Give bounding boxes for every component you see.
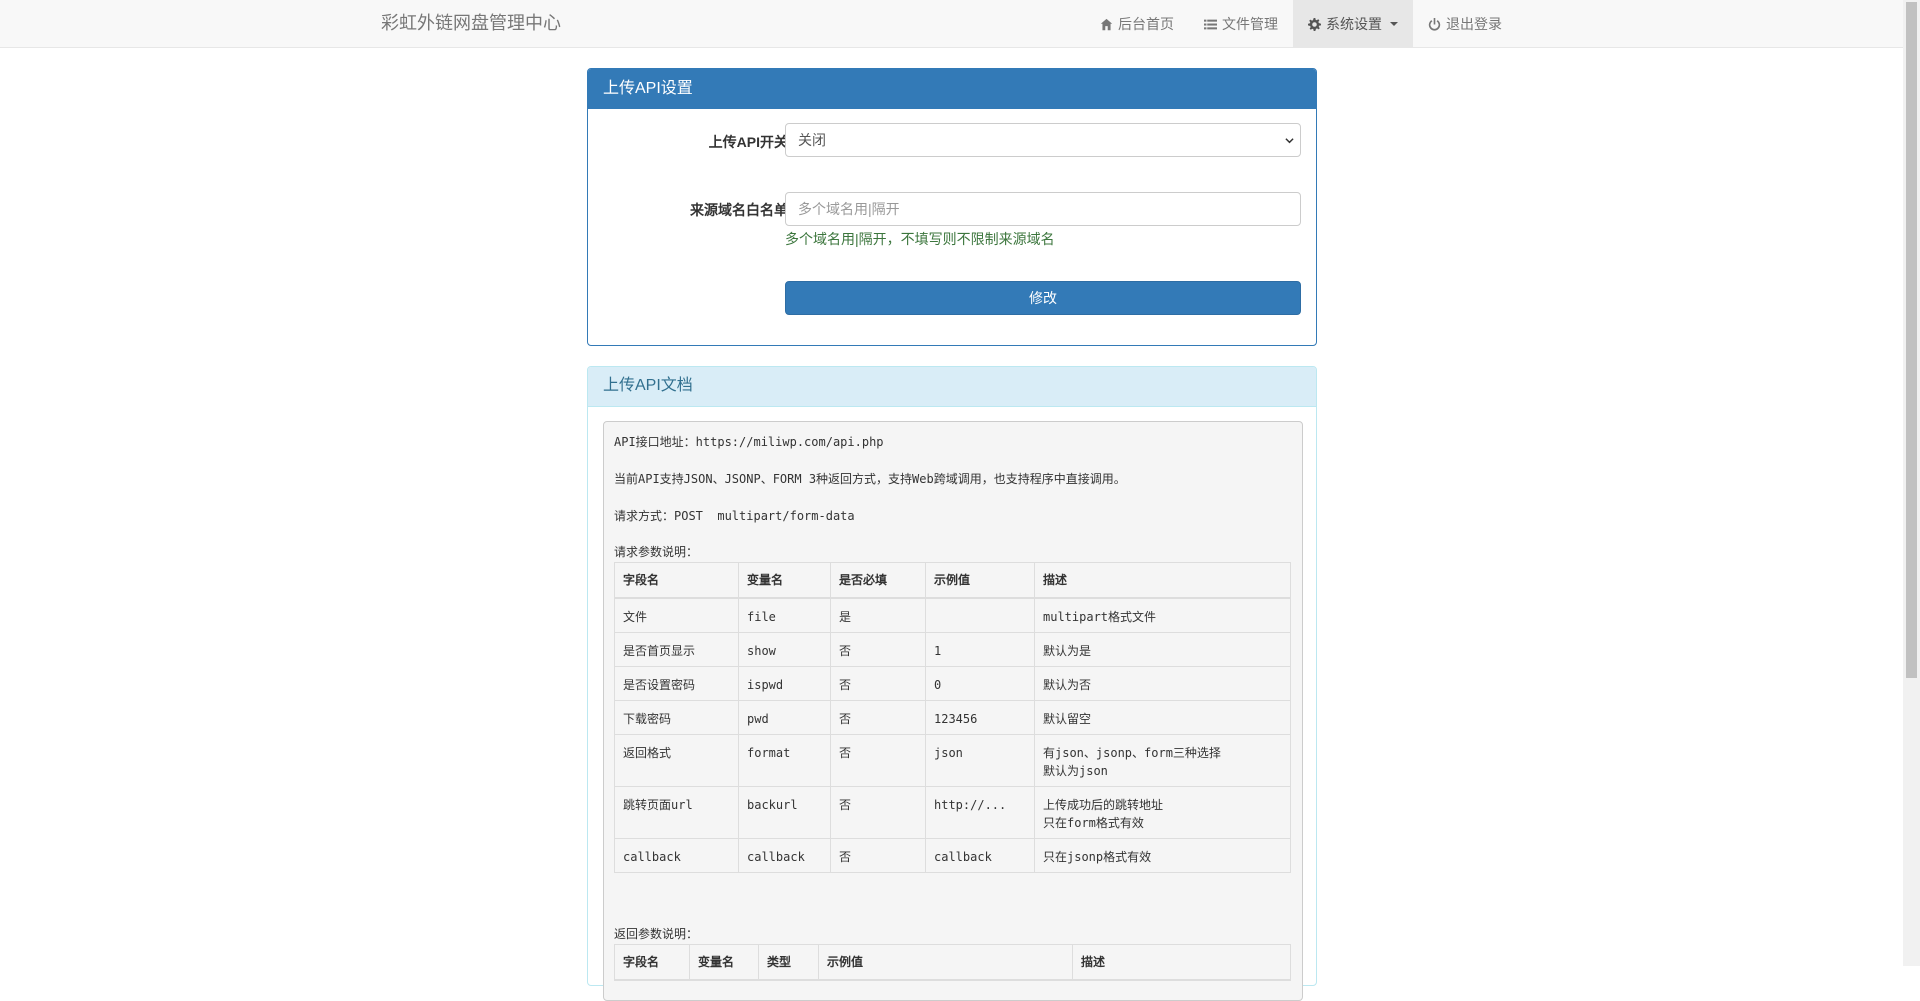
whitelist-placeholder: 多个域名用|隔开	[798, 201, 900, 217]
api-switch-value: 关闭	[798, 132, 826, 148]
api-switch-label: 上传API开关	[708, 134, 788, 150]
response-params-title: 返回参数说明：	[614, 927, 699, 941]
table-row: 文件 file 是 multipart格式文件	[614, 597, 1291, 633]
submit-button[interactable]: 修改	[785, 281, 1301, 315]
api-switch-select[interactable]: 关闭	[785, 123, 1301, 157]
table-cell: 只在jsonp格式有效	[1034, 838, 1291, 873]
table-cell: 返回格式	[614, 734, 739, 787]
table-cell: 上传成功后的跳转地址 只在form格式有效	[1034, 786, 1291, 839]
table-cell: ispwd	[738, 666, 831, 701]
table-cell	[925, 597, 1035, 633]
page-scrollbar[interactable]	[1903, 0, 1920, 966]
nav-files-label: 文件管理	[1222, 16, 1278, 32]
table-cell: 下载密码	[614, 700, 739, 735]
table-row: 返回格式 format 否 json 有json、jsonp、form三种选择 默认为j…	[614, 734, 1291, 787]
api-url-line: API接口地址：https://miliwp.com/api.php	[614, 435, 884, 449]
table-cell: json	[925, 734, 1035, 787]
table-row: 跳转页面url backurl 否 http://... 上传成功后的跳转地址 只在fo…	[614, 786, 1291, 839]
table-cell: 文件	[614, 597, 739, 633]
table-cell: 是否设置密码	[614, 666, 739, 701]
nav-home-label: 后台首页	[1118, 16, 1174, 32]
table-cell: 否	[830, 786, 926, 839]
top-navbar: 彩虹外链网盘管理中心 后台首页 文件管理 系统设置 退出登录	[0, 0, 1903, 48]
nav-home[interactable]: 后台首页	[1085, 0, 1189, 48]
gear-icon	[1308, 17, 1321, 31]
table-cell: callback	[738, 838, 831, 873]
table-row: 下载密码 pwd 否 123456 默认留空	[614, 700, 1291, 735]
upload-api-settings-panel: 上传API设置 上传API开关 关闭 来源域名白名单 多个域名用|隔开 多个域名…	[587, 68, 1317, 346]
table-cell: http://...	[925, 786, 1035, 839]
scrollbar-thumb[interactable]	[1906, 2, 1917, 678]
table-cell: 有json、jsonp、form三种选择 默认为json	[1034, 734, 1291, 787]
table-cell: 跳转页面url	[614, 786, 739, 839]
table-cell: 0	[925, 666, 1035, 701]
table-header-cell: 变量名	[738, 562, 831, 599]
nav-settings-dropdown[interactable]: 系统设置	[1293, 0, 1413, 48]
table-cell: 123456	[925, 700, 1035, 735]
table-header-cell: 示例值	[925, 562, 1035, 599]
table-cell: pwd	[738, 700, 831, 735]
nav-files[interactable]: 文件管理	[1189, 0, 1293, 48]
request-params-table: 字段名 变量名 是否必填 示例值 描述 文件 file 是 multipart格式文件 是否首页…	[614, 562, 1291, 873]
table-row: callback callback 否 callback 只在jsonp格式有效	[614, 838, 1291, 873]
brand-title[interactable]: 彩虹外链网盘管理中心	[381, 0, 561, 48]
table-cell: backurl	[738, 786, 831, 839]
response-params-table: 字段名 变量名 类型 示例值 描述	[614, 944, 1291, 981]
whitelist-help-text: 多个域名用|隔开，不填写则不限制来源域名	[785, 231, 1055, 247]
request-params-title: 请求参数说明：	[614, 545, 699, 559]
power-icon	[1428, 17, 1441, 31]
upload-api-doc-panel: 上传API文档 API接口地址：https://miliwp.com/api.p…	[587, 366, 1317, 1001]
whitelist-input[interactable]: 多个域名用|隔开	[785, 192, 1301, 226]
api-support-line: 当前API支持JSON、JSONP、FORM 3种返回方式，支持Web跨域调用，…	[614, 472, 1126, 486]
table-header-cell: 描述	[1072, 944, 1291, 981]
chevron-down-icon	[1285, 138, 1294, 144]
table-header-cell: 变量名	[689, 944, 759, 981]
whitelist-label: 来源域名白名单	[690, 202, 788, 218]
nav-settings-label: 系统设置	[1326, 16, 1382, 32]
table-cell: 默认为是	[1034, 632, 1291, 667]
table-cell: 否	[830, 632, 926, 667]
table-row: 是否设置密码 ispwd 否 0 默认为否	[614, 666, 1291, 701]
table-cell: 是否首页显示	[614, 632, 739, 667]
table-cell: format	[738, 734, 831, 787]
list-icon	[1204, 19, 1217, 29]
table-header-cell: 描述	[1034, 562, 1291, 599]
table-cell: 否	[830, 666, 926, 701]
table-cell: 是	[830, 597, 926, 633]
table-header-cell: 示例值	[818, 944, 1073, 981]
table-cell: callback	[925, 838, 1035, 873]
nav-menu: 后台首页 文件管理 系统设置 退出登录	[1085, 0, 1517, 48]
table-cell: callback	[614, 838, 739, 873]
table-cell: 默认为否	[1034, 666, 1291, 701]
table-header-cell: 字段名	[614, 944, 690, 981]
nav-logout-label: 退出登录	[1446, 16, 1502, 32]
table-header-cell: 字段名	[614, 562, 739, 599]
table-cell: 默认留空	[1034, 700, 1291, 735]
api-doc-block: API接口地址：https://miliwp.com/api.php 当前API…	[603, 421, 1303, 1001]
table-cell: show	[738, 632, 831, 667]
table-cell: file	[738, 597, 831, 633]
api-method-line: 请求方式：POST multipart/form-data	[614, 509, 855, 523]
table-cell: 否	[830, 734, 926, 787]
table-header-cell: 是否必填	[830, 562, 926, 599]
home-icon	[1100, 18, 1113, 30]
table-cell: 否	[830, 838, 926, 873]
table-cell: 1	[925, 632, 1035, 667]
table-header-cell: 类型	[758, 944, 819, 981]
caret-down-icon	[1390, 22, 1398, 26]
table-cell: multipart格式文件	[1034, 597, 1291, 633]
table-row: 是否首页显示 show 否 1 默认为是	[614, 632, 1291, 667]
nav-logout[interactable]: 退出登录	[1413, 0, 1517, 48]
table-cell: 否	[830, 700, 926, 735]
doc-panel-title: 上传API文档	[588, 367, 1316, 407]
settings-panel-title: 上传API设置	[588, 69, 1316, 109]
